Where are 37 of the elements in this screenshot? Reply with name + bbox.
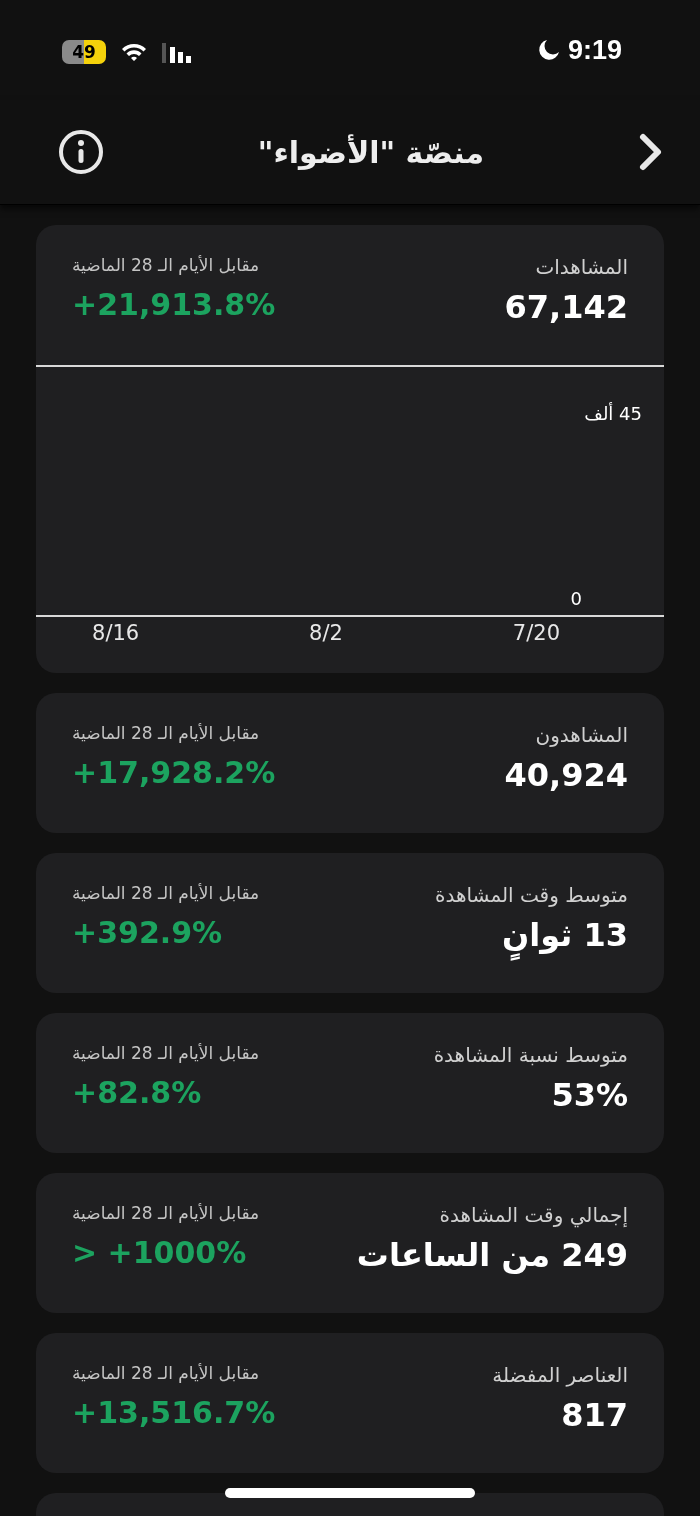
status-time: 9:19 (567, 34, 622, 66)
comparison-label: مقابل الأيام الـ 28 الماضية (72, 723, 260, 743)
change-percent: +392.9% (72, 915, 223, 950)
stat-label: العناصر المفضلة (492, 1363, 628, 1387)
stat-value: 53% (551, 1075, 628, 1116)
axis-label: 45 ألف (584, 403, 642, 424)
stat-value: 40,924 (504, 755, 628, 796)
moon-icon (537, 39, 560, 61)
stat-value: 13 ثوانٍ (501, 911, 628, 963)
comparison-label: مقابل الأيام الـ 28 الماضية (72, 1043, 260, 1063)
comparison-label: مقابل الأيام الـ 28 الماضية (72, 883, 260, 903)
axis-label: 8/2 (309, 621, 343, 645)
comparison-label: مقابل الأيام الـ 28 الماضية (72, 1363, 260, 1383)
comparison-label: مقابل الأيام الـ 28 الماضية (72, 255, 260, 275)
stat-value: 249 من الساعات (356, 1235, 628, 1276)
chevron-right-icon[interactable] (638, 132, 664, 172)
stat-value: 67,142 (504, 287, 628, 328)
change-percent: +82.8% (72, 1075, 202, 1110)
change-percent: +13,516.7% (72, 1395, 276, 1430)
stat-value: 817 (561, 1395, 628, 1436)
stat-label: متوسط وقت المشاهدة (434, 883, 628, 907)
axis-label: 0 (570, 588, 582, 609)
axis-label: 7/20 (512, 621, 560, 645)
info-icon[interactable] (58, 129, 104, 175)
battery-icon: 49 (62, 40, 106, 64)
axis-label: 8/16 (92, 621, 140, 645)
change-percent: > +1000% (72, 1235, 247, 1270)
stat-label: المشاهدات (535, 255, 628, 279)
change-percent: +17,928.2% (72, 755, 276, 790)
page-title: منصّة "الأضواء" (257, 134, 485, 170)
change-percent: +21,913.8% (72, 287, 276, 322)
stat-label: متوسط نسبة المشاهدة (433, 1043, 628, 1067)
signal-icon (162, 41, 192, 63)
stat-label: المشاهدون (535, 723, 628, 747)
wifi-icon (120, 41, 148, 63)
comparison-label: مقابل الأيام الـ 28 الماضية (72, 1203, 260, 1223)
stat-label: إجمالي وقت المشاهدة (439, 1203, 628, 1227)
